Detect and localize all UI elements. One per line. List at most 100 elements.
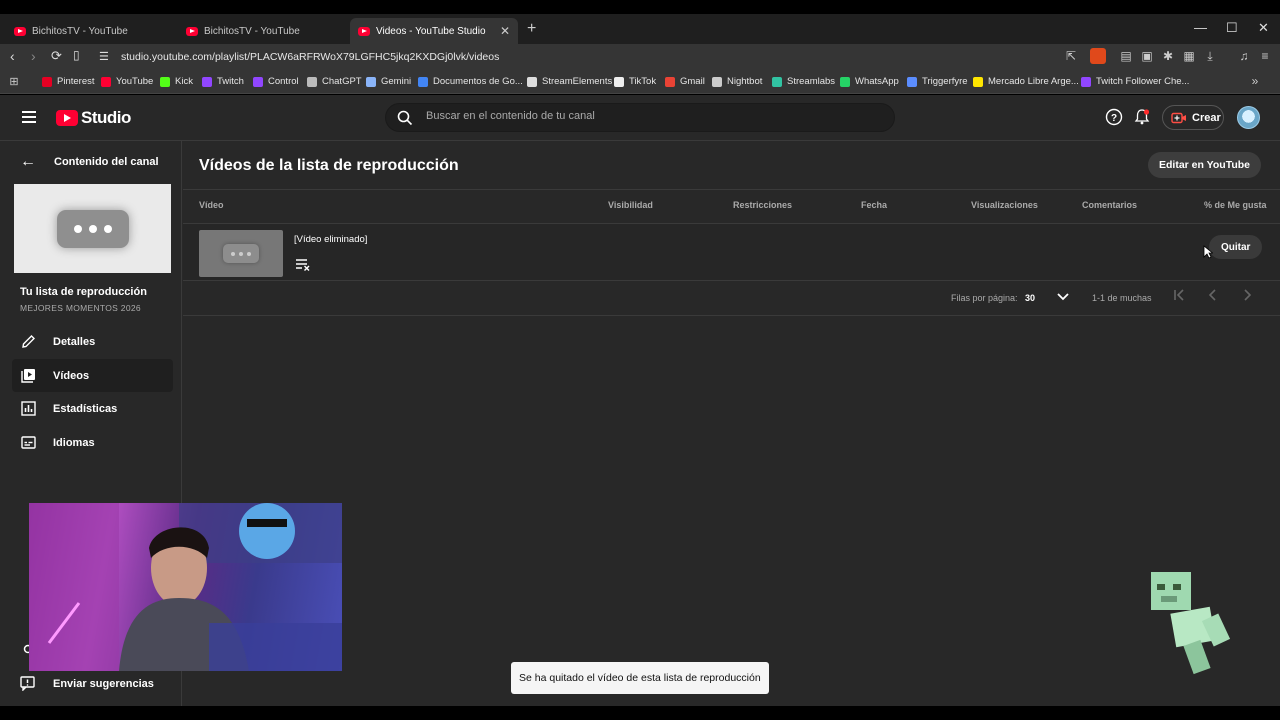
browser-tab[interactable]: BichitosTV - YouTube — [178, 18, 346, 44]
chevron-down-icon[interactable] — [1054, 287, 1072, 305]
bookmark-favicon-icon — [527, 76, 537, 87]
bookmark-label: Triggerfyre — [922, 76, 968, 87]
studio-logo[interactable]: Studio — [56, 108, 131, 128]
share-icon[interactable]: ⇱ — [1064, 49, 1078, 63]
remove-from-playlist-icon[interactable] — [295, 257, 311, 271]
bookmark-item[interactable]: ChatGPT — [307, 76, 362, 87]
send-feedback-link[interactable]: Enviar sugerencias — [20, 676, 154, 691]
browser-tab[interactable]: BichitosTV - YouTube — [6, 18, 174, 44]
bookmark-label: Twitch Follower Che... — [1096, 76, 1190, 87]
bookmark-label: Gmail — [680, 76, 705, 87]
apps-grid-icon[interactable]: ⊞ — [7, 75, 21, 89]
maximize-icon[interactable]: ☐ — [1226, 20, 1238, 36]
bookmark-favicon-icon — [366, 76, 376, 87]
webcam-overlay — [29, 503, 342, 671]
column-header-date[interactable]: Fecha — [861, 200, 887, 210]
bookmark-favicon-icon — [665, 76, 675, 87]
bookmark-item[interactable]: Twitch Follower Che... — [1081, 76, 1189, 87]
minimize-icon[interactable]: — — [1194, 20, 1207, 35]
sidebar-item-videos[interactable]: Vídeos — [12, 359, 173, 392]
rows-per-page-select[interactable]: 30 — [1025, 293, 1035, 303]
bookmark-item[interactable]: Kick — [160, 76, 193, 87]
video-thumbnail[interactable] — [199, 230, 283, 277]
column-header-views[interactable]: Visualizaciones — [971, 200, 1038, 210]
tab-label: Videos - YouTube Studio — [376, 25, 486, 37]
back-icon[interactable]: ‹ — [10, 48, 15, 64]
create-button[interactable]: Crear — [1162, 105, 1224, 130]
bookmark-favicon-icon — [418, 76, 428, 87]
search-input[interactable] — [426, 110, 846, 122]
toast-notification: Se ha quitado el vídeo de esta lista de … — [511, 662, 769, 694]
youtube-favicon-icon — [14, 26, 26, 36]
menu-icon[interactable]: ≡ — [1258, 49, 1272, 63]
next-page-icon[interactable] — [1238, 286, 1256, 304]
bookmark-item[interactable]: Documentos de Go... — [418, 76, 523, 87]
bookmark-item[interactable]: StreamElements — [527, 76, 612, 87]
forward-icon[interactable]: › — [31, 48, 36, 64]
divider — [183, 189, 1280, 190]
bookmark-item[interactable]: Triggerfyre — [907, 76, 968, 87]
feedback-label: Enviar sugerencias — [53, 677, 154, 690]
playlist-thumbnail[interactable] — [14, 184, 171, 273]
new-tab-icon[interactable]: + — [527, 20, 536, 38]
page-title: Vídeos de la lista de reproducción — [199, 157, 459, 174]
notifications-bell-icon[interactable] — [1133, 108, 1151, 126]
column-header-restrictions[interactable]: Restricciones — [733, 200, 792, 210]
bookmark-item[interactable]: Mercado Libre Arge... — [973, 76, 1079, 87]
bookmark-icon[interactable]: ▯ — [73, 48, 80, 62]
brave-shield-icon[interactable] — [1090, 48, 1106, 64]
close-window-icon[interactable]: ✕ — [1258, 20, 1269, 36]
help-icon[interactable]: ? — [1105, 108, 1123, 126]
download-icon[interactable]: ⤓ — [1203, 49, 1217, 63]
table-row[interactable]: [Vídeo eliminado] Quitar — [183, 224, 1280, 281]
more-bookmarks-icon[interactable]: » — [1248, 74, 1262, 88]
sidebar-item-details[interactable]: Detalles — [12, 325, 173, 358]
bookmark-label: Control — [268, 76, 299, 87]
close-tab-icon[interactable]: ✕ — [500, 24, 510, 38]
edit-on-youtube-button[interactable]: Editar en YouTube — [1147, 152, 1261, 178]
previous-page-icon[interactable] — [1204, 286, 1222, 304]
bookmark-item[interactable]: WhatsApp — [840, 76, 899, 87]
hamburger-menu-icon[interactable] — [22, 111, 36, 123]
bookmark-label: Twitch — [217, 76, 244, 87]
sidebar-item-analytics[interactable]: Estadísticas — [12, 392, 173, 425]
avatar[interactable] — [1237, 106, 1260, 129]
media-icon[interactable]: ♫ — [1237, 49, 1251, 63]
youtube-favicon-icon — [186, 26, 198, 36]
bookmark-item[interactable]: Pinterest — [42, 76, 95, 87]
bookmark-label: WhatsApp — [855, 76, 899, 87]
url-field[interactable]: studio.youtube.com/playlist/PLACW6aRFRWo… — [121, 51, 499, 63]
column-header-visibility[interactable]: Visibilidad — [608, 200, 653, 210]
tab-label: BichitosTV - YouTube — [204, 25, 300, 37]
extension-icon[interactable]: ▤ — [1119, 49, 1133, 63]
extensions-puzzle-icon[interactable]: ✱ — [1161, 49, 1175, 63]
placeholder-dots-icon — [56, 209, 129, 248]
first-page-icon[interactable] — [1171, 286, 1189, 304]
remove-button[interactable]: Quitar — [1209, 235, 1263, 259]
bookmark-item[interactable]: TikTok — [614, 76, 656, 87]
divider — [183, 315, 1280, 316]
browser-tab-active[interactable]: Videos - YouTube Studio ✕ — [350, 18, 518, 44]
extension-icon[interactable]: ▣ — [1140, 49, 1154, 63]
address-bar: ‹ › ⟳ ▯ ☰ studio.youtube.com/playlist/PL… — [0, 44, 1280, 70]
column-header-likes[interactable]: % de Me gusta — [1204, 200, 1267, 210]
column-header-comments[interactable]: Comentarios — [1082, 200, 1137, 210]
bookmark-item[interactable]: Control — [253, 76, 299, 87]
bookmark-item[interactable]: YouTube — [101, 76, 153, 87]
bookmark-item[interactable]: Nightbot — [712, 76, 762, 87]
search-bar[interactable] — [385, 103, 895, 132]
bookmark-item[interactable]: Streamlabs — [772, 76, 835, 87]
back-to-channel-content-link[interactable]: ← Contenido del canal — [20, 153, 159, 171]
bookmark-label: Kick — [175, 76, 193, 87]
reload-icon[interactable]: ⟳ — [51, 48, 62, 64]
bookmark-label: YouTube — [116, 76, 154, 87]
bookmarks-bar: ⊞ » Pinterest YouTube Kick Twitch Control Cha… — [0, 70, 1280, 94]
site-settings-icon[interactable]: ☰ — [99, 50, 109, 63]
video-library-icon — [21, 369, 35, 383]
bookmark-item[interactable]: Gmail — [665, 76, 705, 87]
sidebar-item-languages[interactable]: Idiomas — [12, 426, 173, 459]
column-header-video[interactable]: Vídeo — [199, 200, 224, 210]
bookmark-item[interactable]: Twitch — [202, 76, 244, 87]
extension-icon[interactable]: ▦ — [1182, 49, 1196, 63]
bookmark-item[interactable]: Gemini — [366, 76, 411, 87]
